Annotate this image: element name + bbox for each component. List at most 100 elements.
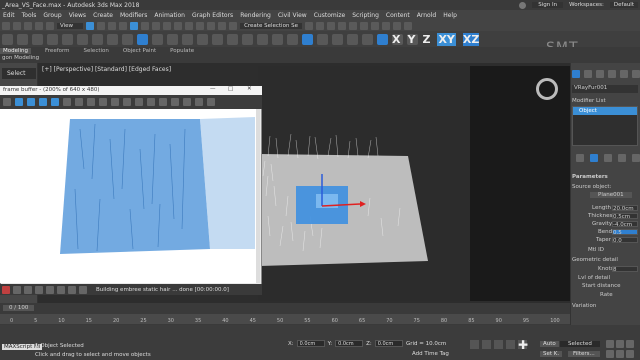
exposure-icon[interactable] [68, 285, 76, 294]
vray-ies-icon[interactable] [182, 33, 193, 45]
select-button[interactable]: Select [2, 68, 36, 79]
modifier-list-dropdown[interactable]: Modifier List [572, 98, 606, 104]
region-select-icon[interactable] [108, 21, 117, 30]
axis-xz-button[interactable]: XZ [462, 32, 480, 46]
create-tab-icon[interactable] [572, 70, 580, 78]
go-to-start-icon[interactable] [470, 340, 479, 349]
alpha-icon[interactable] [63, 98, 71, 106]
menu-rendering[interactable]: Rendering [240, 12, 271, 19]
hierarchy-tab-icon[interactable] [596, 70, 604, 78]
set-key-button[interactable]: Set K. [540, 351, 563, 357]
link-icon[interactable] [159, 98, 167, 106]
menu-customize[interactable]: Customize [314, 12, 346, 19]
utilities-tab-icon[interactable] [632, 70, 640, 78]
stack-item-object[interactable]: Object [573, 107, 637, 115]
spinner-snap-icon[interactable] [218, 21, 227, 30]
x-coordinate-field[interactable]: 0.0cm [296, 340, 325, 347]
vray-sky-icon[interactable] [47, 33, 58, 45]
mono-icon[interactable] [75, 98, 83, 106]
blue-channel-icon[interactable] [51, 98, 59, 106]
vray-volume-icon[interactable] [332, 33, 343, 45]
axis-x-button[interactable]: X [392, 33, 400, 46]
menu-content[interactable]: Content [386, 12, 410, 19]
modifier-stack[interactable]: Object [572, 106, 638, 146]
placement-icon[interactable] [163, 21, 172, 30]
material-editor-icon[interactable] [371, 21, 380, 30]
previous-frame-icon[interactable] [482, 340, 491, 349]
knots-field[interactable]: 8 [612, 266, 638, 273]
menu-views[interactable]: Views [69, 12, 86, 19]
menu-scripting[interactable]: Scripting [352, 12, 379, 19]
workspace-dropdown[interactable]: Default [609, 2, 638, 8]
curve-editor-icon[interactable] [349, 21, 358, 30]
object-name-field[interactable]: VRayFur001 [572, 85, 638, 93]
curve-icon[interactable] [57, 285, 65, 294]
unlink-icon[interactable] [35, 21, 43, 30]
menu-help[interactable]: Help [443, 12, 457, 19]
color-icon[interactable] [24, 285, 32, 294]
motion-tab-icon[interactable] [608, 70, 616, 78]
thickness-field[interactable]: 0.5cm [612, 213, 638, 220]
tab-modeling[interactable]: Modeling [0, 48, 32, 54]
render-frame-icon[interactable] [393, 21, 402, 30]
key-filter-dropdown[interactable]: Selected [560, 341, 600, 347]
tab-object-paint[interactable]: Object Paint [123, 48, 156, 54]
scale-icon[interactable] [152, 21, 161, 30]
show-end-result-icon[interactable] [590, 154, 598, 162]
layer-icon[interactable] [327, 21, 336, 30]
menu-modifiers[interactable]: Modifiers [120, 12, 147, 19]
vray-light-icon[interactable] [17, 33, 28, 45]
variation-label[interactable]: Variation [572, 303, 596, 309]
pan-icon[interactable] [616, 350, 624, 358]
angle-snap-icon[interactable] [196, 21, 205, 30]
render-icon[interactable] [404, 21, 413, 30]
zoom-icon[interactable] [606, 340, 614, 348]
schematic-view-icon[interactable] [360, 21, 369, 30]
bind-icon[interactable] [46, 21, 54, 30]
axis-xy-button[interactable]: XY [437, 32, 456, 46]
axis-z-button[interactable]: Z [422, 33, 430, 46]
link-icon[interactable] [24, 21, 32, 30]
menu-graph-editors[interactable]: Graph Editors [192, 12, 233, 19]
next-frame-icon[interactable] [506, 340, 515, 349]
vray-proxy-icon[interactable] [137, 33, 148, 45]
length-field[interactable]: 20.0cm [612, 205, 638, 212]
zoom-all-icon[interactable] [616, 340, 624, 348]
user-icon[interactable] [519, 1, 527, 9]
levels-icon[interactable] [46, 285, 54, 294]
vray-icon[interactable] [2, 33, 13, 45]
render-icon[interactable] [207, 98, 215, 106]
z-coordinate-field[interactable]: 0.0cm [374, 340, 403, 347]
time-slider[interactable]: 0 / 100 [3, 305, 35, 311]
menu-group[interactable]: Group [43, 12, 61, 19]
parameters-header[interactable]: Parameters [572, 174, 608, 180]
taper-field[interactable]: 0.0 [612, 237, 638, 244]
fov-icon[interactable] [606, 350, 614, 358]
rgb-icon[interactable] [15, 98, 23, 106]
key-filters-button[interactable]: Filters... [568, 351, 600, 357]
source-object-button[interactable]: Plane001 [590, 192, 632, 198]
snap-icon[interactable] [185, 21, 194, 30]
pivot-icon[interactable] [174, 21, 183, 30]
red-channel-icon[interactable] [27, 98, 35, 106]
vray-lister-icon[interactable] [362, 33, 373, 45]
move-icon[interactable] [130, 21, 139, 30]
copy-icon[interactable] [123, 98, 131, 106]
stop-icon[interactable] [195, 98, 203, 106]
vray-scatter-icon[interactable] [302, 33, 313, 45]
mirror-icon[interactable] [305, 21, 314, 30]
vray-clipper-icon[interactable] [272, 33, 283, 45]
bucket-icon[interactable] [171, 98, 179, 106]
select-object-icon[interactable] [86, 21, 95, 30]
stamp-icon[interactable] [35, 285, 43, 294]
auto-key-button[interactable]: Auto [540, 341, 559, 347]
viewport-scene[interactable] [258, 66, 470, 301]
rotate-icon[interactable] [141, 21, 150, 30]
bend-field[interactable]: 0.5 [612, 229, 638, 236]
close-icon[interactable]: ✕ [247, 86, 252, 92]
render-last-icon[interactable] [183, 98, 191, 106]
vray-sun-icon[interactable] [32, 33, 43, 45]
vray-decal-icon[interactable] [287, 33, 298, 45]
tab-freeform[interactable]: Freeform [45, 48, 70, 54]
align-icon[interactable] [316, 21, 325, 30]
